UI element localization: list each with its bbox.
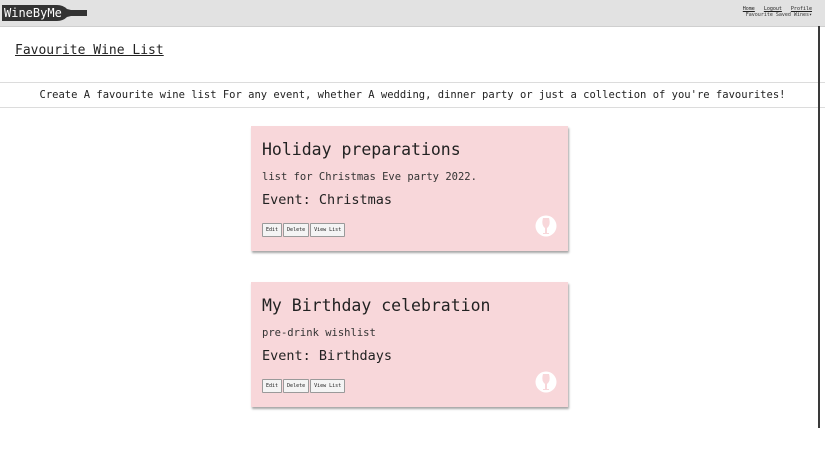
- logo[interactable]: WineByMe: [1, 3, 89, 23]
- card-description: list for Christmas Eve party 2022.: [262, 171, 477, 183]
- wine-list-card: My Birthday celebration pre-drink wishli…: [251, 282, 568, 407]
- favourites-dropdown-label: Favourite Saved Wines: [745, 12, 809, 18]
- page-title: Favourite Wine List: [15, 43, 164, 58]
- delete-button[interactable]: Delete: [283, 379, 310, 393]
- logo-text: WineByMe: [4, 6, 62, 20]
- card-title: Holiday preparations: [262, 140, 461, 159]
- scrollbar[interactable]: [818, 26, 820, 428]
- favourites-dropdown[interactable]: Favourite Saved Wines▾: [737, 12, 812, 18]
- nav-menu: Home Logout Profile Favourite Saved Wine…: [737, 6, 812, 18]
- caret-down-icon: ▾: [808, 12, 812, 18]
- wine-glass-icon: [535, 215, 557, 237]
- card-event: Event: Birthdays: [262, 348, 393, 364]
- delete-button[interactable]: Delete: [283, 223, 310, 237]
- card-title: My Birthday celebration: [262, 296, 491, 315]
- edit-button[interactable]: Edit: [262, 223, 283, 237]
- edit-button[interactable]: Edit: [262, 379, 283, 393]
- card-description: pre-drink wishlist: [262, 327, 376, 339]
- view-list-button[interactable]: View List: [310, 223, 346, 237]
- intro-band: Create A favourite wine list For any eve…: [0, 82, 825, 108]
- card-actions: Edit Delete View List: [262, 379, 346, 393]
- card-event: Event: Christmas: [262, 192, 393, 208]
- wine-list-card: Holiday preparations list for Christmas …: [251, 126, 568, 251]
- intro-text: Create A favourite wine list For any eve…: [39, 89, 786, 101]
- card-actions: Edit Delete View List: [262, 223, 346, 237]
- top-navbar: WineByMe Home Logout Profile Favourite S…: [0, 0, 825, 27]
- wine-glass-icon: [535, 371, 557, 393]
- view-list-button[interactable]: View List: [310, 379, 346, 393]
